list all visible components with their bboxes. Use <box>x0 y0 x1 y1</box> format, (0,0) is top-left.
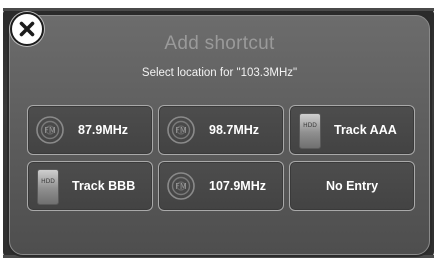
background-strip <box>3 255 434 258</box>
screen: Add shortcut Select location for "103.3M… <box>0 0 437 265</box>
shortcut-slot-5[interactable]: FM 107.9MHz <box>158 161 284 211</box>
svg-text:FM: FM <box>175 126 187 135</box>
close-button[interactable] <box>10 12 44 46</box>
shortcut-slot-label: 98.7MHz <box>209 123 260 137</box>
shortcut-slot-6[interactable]: No Entry <box>289 161 415 211</box>
shortcut-slot-3[interactable]: HDD Track AAA <box>289 105 415 155</box>
shortcut-slot-label: 107.9MHz <box>209 179 266 193</box>
hdd-icon: HDD <box>37 169 59 205</box>
shortcut-slot-label: No Entry <box>325 179 379 193</box>
close-icon <box>19 21 35 37</box>
fm-radio-icon: FM <box>167 116 195 144</box>
dialog-subtitle: Select location for "103.3MHz" <box>141 67 298 79</box>
fm-radio-icon: FM <box>36 116 64 144</box>
shortcut-slot-4[interactable]: HDD Track BBB <box>27 161 153 211</box>
shortcut-slot-1[interactable]: FM 87.9MHz <box>27 105 153 155</box>
dialog-title: Add shortcut <box>164 33 275 54</box>
fm-radio-icon: FM <box>167 172 195 200</box>
shortcut-slot-label: Track AAA <box>334 123 397 137</box>
shortcut-slot-label: Track BBB <box>72 179 136 193</box>
background-strip <box>3 8 434 11</box>
hdd-icon: HDD <box>299 113 321 149</box>
shortcut-slot-2[interactable]: FM 98.7MHz <box>158 105 284 155</box>
svg-text:FM: FM <box>44 126 56 135</box>
add-shortcut-dialog: Add shortcut Select location for "103.3M… <box>9 15 430 255</box>
shortcut-slot-label: 87.9MHz <box>78 123 129 137</box>
svg-text:FM: FM <box>175 182 187 191</box>
